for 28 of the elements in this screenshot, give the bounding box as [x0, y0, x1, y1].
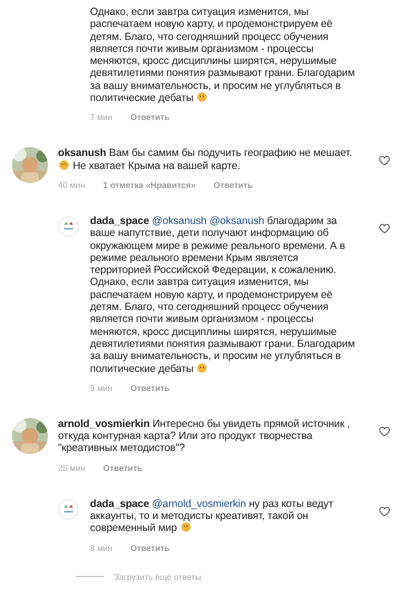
comment-text: dada_space @arnold_vosmierkin ну раз коты ведут аккаунты, то и методисты креативят, такой он современный мир	[90, 498, 334, 535]
emoji-icon	[180, 522, 191, 532]
heart-icon[interactable]	[378, 222, 391, 235]
likes-count[interactable]: 1 отметка «Нравится»	[103, 180, 196, 190]
heart-icon[interactable]	[378, 424, 391, 438]
load-more-replies[interactable]: Загрузить еще ответы	[114, 570, 202, 584]
reply-link[interactable]: Ответить	[130, 112, 170, 122]
comment-time: 7 мин	[90, 112, 112, 122]
heart-icon[interactable]	[378, 154, 391, 168]
reply-link[interactable]: Ответить	[213, 180, 253, 190]
reply-link[interactable]: Ответить	[130, 382, 170, 393]
mention-link[interactable]: @oksanush	[210, 214, 264, 227]
comment-text: arnold_vosmierkin Интересно бы увидеть прямой источник , откуда контурная карта? Или это продукт творчества "креативных методистов"?	[58, 418, 351, 455]
emoji-icon	[197, 362, 208, 373]
comment-text: oksanush Вам бы самим бы подучить географию не мешает. Не хватает Крыма на вашей карте.	[58, 147, 353, 172]
comment-text: dada_space @oksanush @oksanush благодарим за ваше напутствие, дети получают информацию об окружающем мире в режиме реального времени. А в режиме реального времени Крым является территорией Российской Федерации, к сожалению. Однако, если завтра ситуация изменится, мы распечатаем новую карту, и продемонстрируем её детям. Благо, что сегодняшний процесс обучения является почти живым организмом - процессы меняются, кросс дисциплины ширятся, нерушимые девятилетиями понятия размывают грани. Благодарим за вашу внимательность, и просим не углубляться в политические дебаты	[90, 214, 356, 375]
comment-time: 25 мин	[58, 462, 86, 473]
comment-time: 9 мин	[90, 382, 112, 393]
mention-link[interactable]: @oksanush	[152, 214, 207, 227]
comment-time: 40 мин	[58, 180, 86, 190]
reply-link[interactable]: Ответить	[130, 542, 170, 553]
heart-icon[interactable]	[378, 504, 391, 518]
reply-link[interactable]: Ответить	[103, 462, 142, 473]
emoji-icon	[59, 160, 69, 170]
emoji-icon	[197, 92, 208, 102]
comment-text: Однако, если завтра ситуация изменится, мы распечатаем новую карту, и продемонстрируем её детям. Благо, что сегодняшний процесс обучения является почти живым организмом - процессы меняются, кросс дисциплины ширятся, нерушимые девятилетиями понятия размывают грани. Благодарим за вашу внимательность, и просим не углубляться в политические дебаты	[90, 6, 356, 104]
comment-time: 8 мин	[90, 542, 112, 553]
mention-link[interactable]: @arnold_vosmierkin	[152, 498, 246, 510]
